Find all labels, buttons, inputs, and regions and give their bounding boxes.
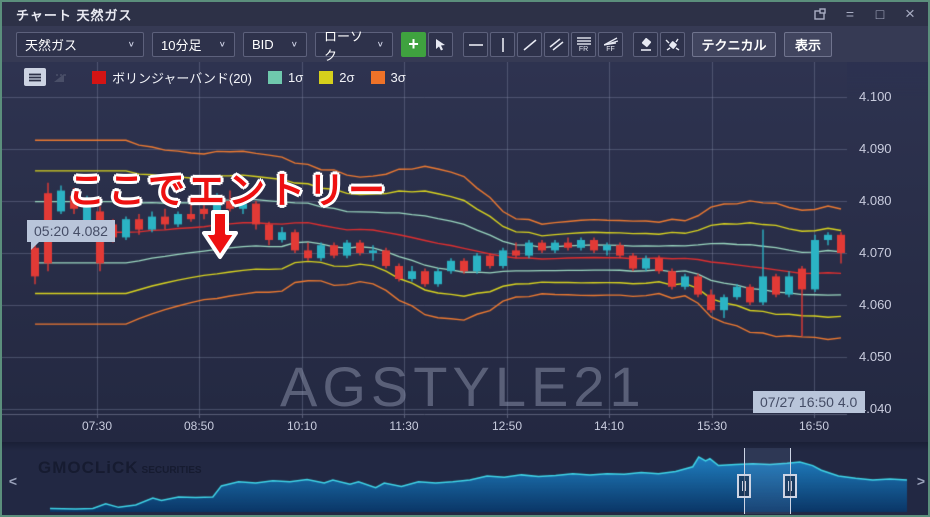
- horizontal-line-tool[interactable]: [463, 32, 488, 57]
- popout-icon[interactable]: [812, 6, 828, 22]
- cursor-icon: [435, 38, 446, 51]
- price-callout-bottom: 07/27 16:50 4.0: [753, 391, 865, 413]
- fr-label: FR: [579, 46, 588, 53]
- maximize-icon[interactable]: □: [872, 6, 888, 22]
- x-axis-label: 11:30: [382, 419, 426, 433]
- vertical-line-icon: [502, 38, 504, 52]
- crosshair-icon: +: [408, 34, 419, 55]
- candlestick-chart[interactable]: [2, 62, 930, 442]
- entry-annotation-text: ここでエントリー: [68, 160, 388, 214]
- y-axis-label: 4.080: [859, 193, 892, 208]
- erase-all-icon: [665, 38, 680, 52]
- sigma2-label: 2σ: [339, 70, 354, 85]
- callout-pointer: [31, 241, 40, 250]
- navigator-right-handle[interactable]: [790, 448, 791, 514]
- x-axis-label: 14:10: [587, 419, 631, 433]
- chevron-down-icon: ∨: [377, 40, 384, 49]
- cursor-button[interactable]: [428, 32, 453, 57]
- fibonacci-fan-tool[interactable]: FF: [598, 32, 623, 57]
- title-bar: チャート 天然ガス = □ ×: [2, 2, 928, 26]
- y-axis-label: 4.070: [859, 245, 892, 260]
- vertical-line-tool[interactable]: [490, 32, 515, 57]
- navigator-right-arrow[interactable]: >: [913, 472, 929, 490]
- x-axis-label: 07:30: [75, 419, 119, 433]
- legend-list-button[interactable]: [24, 68, 46, 86]
- x-axis-label: 12:50: [485, 419, 529, 433]
- sigma1-swatch: [268, 71, 282, 84]
- interval-dropdown-label: 10分足: [161, 35, 211, 54]
- technical-button[interactable]: テクニカル: [692, 32, 776, 57]
- fibonacci-fan-icon: [604, 37, 618, 46]
- instrument-dropdown-label: 天然ガス: [25, 35, 120, 54]
- parallel-lines-icon: [549, 38, 564, 51]
- quote-type-dropdown-label: BID: [252, 37, 283, 52]
- erase-all-button[interactable]: [660, 32, 685, 57]
- price-callout-left-text: 05:20 4.082: [34, 223, 108, 239]
- legend-item-sigma3[interactable]: 3σ: [371, 70, 406, 85]
- draw-angle-icon: [53, 72, 69, 83]
- navigator-left-arrow[interactable]: <: [5, 472, 21, 490]
- crosshair-button[interactable]: +: [401, 32, 426, 57]
- trendline-icon: [523, 39, 537, 51]
- instrument-dropdown[interactable]: 天然ガス ∨: [16, 32, 144, 57]
- chart-type-dropdown-label: ローソク: [324, 26, 369, 64]
- handle-grip-icon[interactable]: [737, 474, 751, 498]
- chart-navigator: < >: [2, 442, 930, 517]
- y-axis-label: 4.060: [859, 297, 892, 312]
- y-axis-label: 4.090: [859, 141, 892, 156]
- chart-window: チャート 天然ガス = □ × 天然ガス ∨ 10分足 ∨ BID ∨ ローソク…: [0, 0, 930, 517]
- entry-arrow-annotation: [200, 209, 240, 261]
- navigator-left-handle[interactable]: [744, 448, 745, 514]
- x-axis-label: 08:50: [177, 419, 221, 433]
- window-controls: = □ ×: [812, 2, 918, 26]
- bollinger-swatch: [92, 71, 106, 84]
- trendline-tool[interactable]: [517, 32, 542, 57]
- chart-type-dropdown[interactable]: ローソク ∨: [315, 32, 393, 57]
- list-icon: [29, 73, 41, 82]
- handle-grip-icon[interactable]: [783, 474, 797, 498]
- fibonacci-retracement-icon: [577, 37, 591, 46]
- chart-region: AGSTYLE21 4.1004.0904.0804.0704.0604.050…: [2, 62, 930, 442]
- interval-dropdown[interactable]: 10分足 ∨: [152, 32, 235, 57]
- display-button[interactable]: 表示: [784, 32, 832, 57]
- logo-main-text: GMOCLiCK: [38, 458, 139, 477]
- legend-item-bollinger[interactable]: ボリンジャーバンド(20): [92, 68, 252, 87]
- eraser-icon: [639, 38, 653, 52]
- eraser-button[interactable]: [633, 32, 658, 57]
- logo-sub-text: SECURITIES: [142, 465, 202, 476]
- toolbar: 天然ガス ∨ 10分足 ∨ BID ∨ ローソク ∨ +: [2, 26, 928, 62]
- sigma3-label: 3σ: [391, 70, 406, 85]
- chevron-down-icon: ∨: [219, 40, 226, 49]
- broker-logo: GMOCLiCKSECURITIES: [38, 458, 202, 478]
- chevron-down-icon: ∨: [128, 40, 135, 49]
- x-axis-label: 10:10: [280, 419, 324, 433]
- sigma1-label: 1σ: [288, 70, 303, 85]
- y-axis-label: 4.100: [859, 89, 892, 104]
- x-axis-label: 16:50: [792, 419, 836, 433]
- window-title: チャート 天然ガス: [16, 5, 132, 24]
- quote-type-dropdown[interactable]: BID ∨: [243, 32, 307, 57]
- price-callout-left: 05:20 4.082: [27, 220, 115, 242]
- minimize-icon[interactable]: =: [842, 6, 858, 22]
- horizontal-line-icon: [469, 44, 483, 46]
- close-icon[interactable]: ×: [902, 6, 918, 22]
- price-callout-bottom-text: 07/27 16:50 4.0: [760, 394, 857, 410]
- sigma3-swatch: [371, 71, 385, 84]
- y-axis-label: 4.050: [859, 349, 892, 364]
- indicator-legend: ボリンジャーバンド(20) 1σ 2σ 3σ: [24, 66, 406, 88]
- parallel-lines-tool[interactable]: [544, 32, 569, 57]
- fibonacci-retracement-tool[interactable]: FR: [571, 32, 596, 57]
- chevron-down-icon: ∨: [291, 40, 298, 49]
- ff-label: FF: [606, 46, 615, 53]
- sigma2-swatch: [319, 71, 333, 84]
- legend-item-sigma1[interactable]: 1σ: [268, 70, 303, 85]
- legend-draw-button[interactable]: [50, 68, 72, 86]
- legend-item-sigma2[interactable]: 2σ: [319, 70, 354, 85]
- bollinger-label: ボリンジャーバンド(20): [112, 68, 252, 87]
- x-axis-label: 15:30: [690, 419, 734, 433]
